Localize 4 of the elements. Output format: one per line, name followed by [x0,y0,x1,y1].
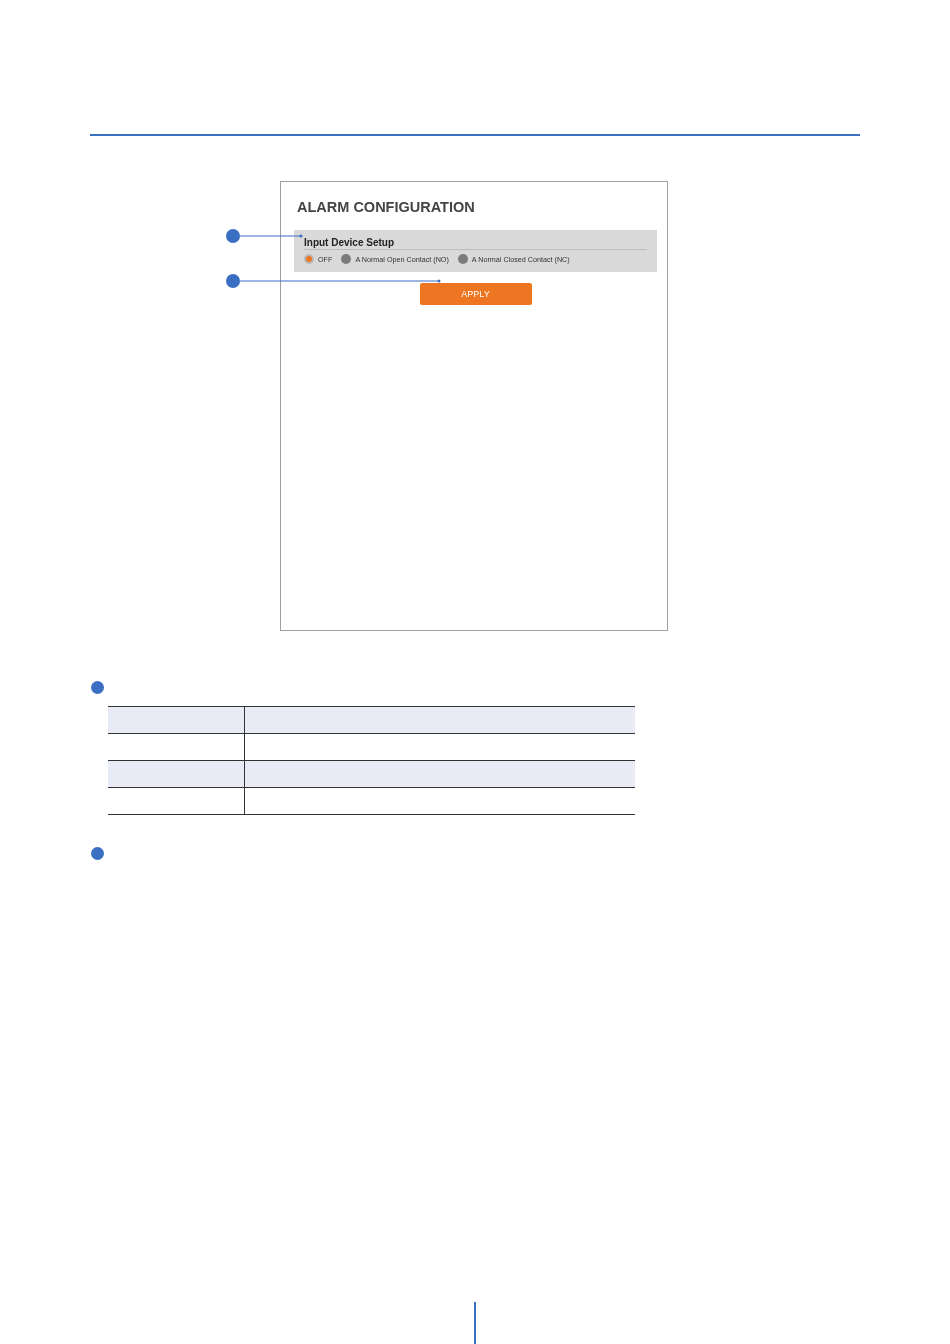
bullet-icon [91,681,104,694]
window-title: ALARM CONFIGURATION [297,199,476,215]
section-title: Input Device Setup [304,237,647,250]
bullet-icon [91,847,104,860]
